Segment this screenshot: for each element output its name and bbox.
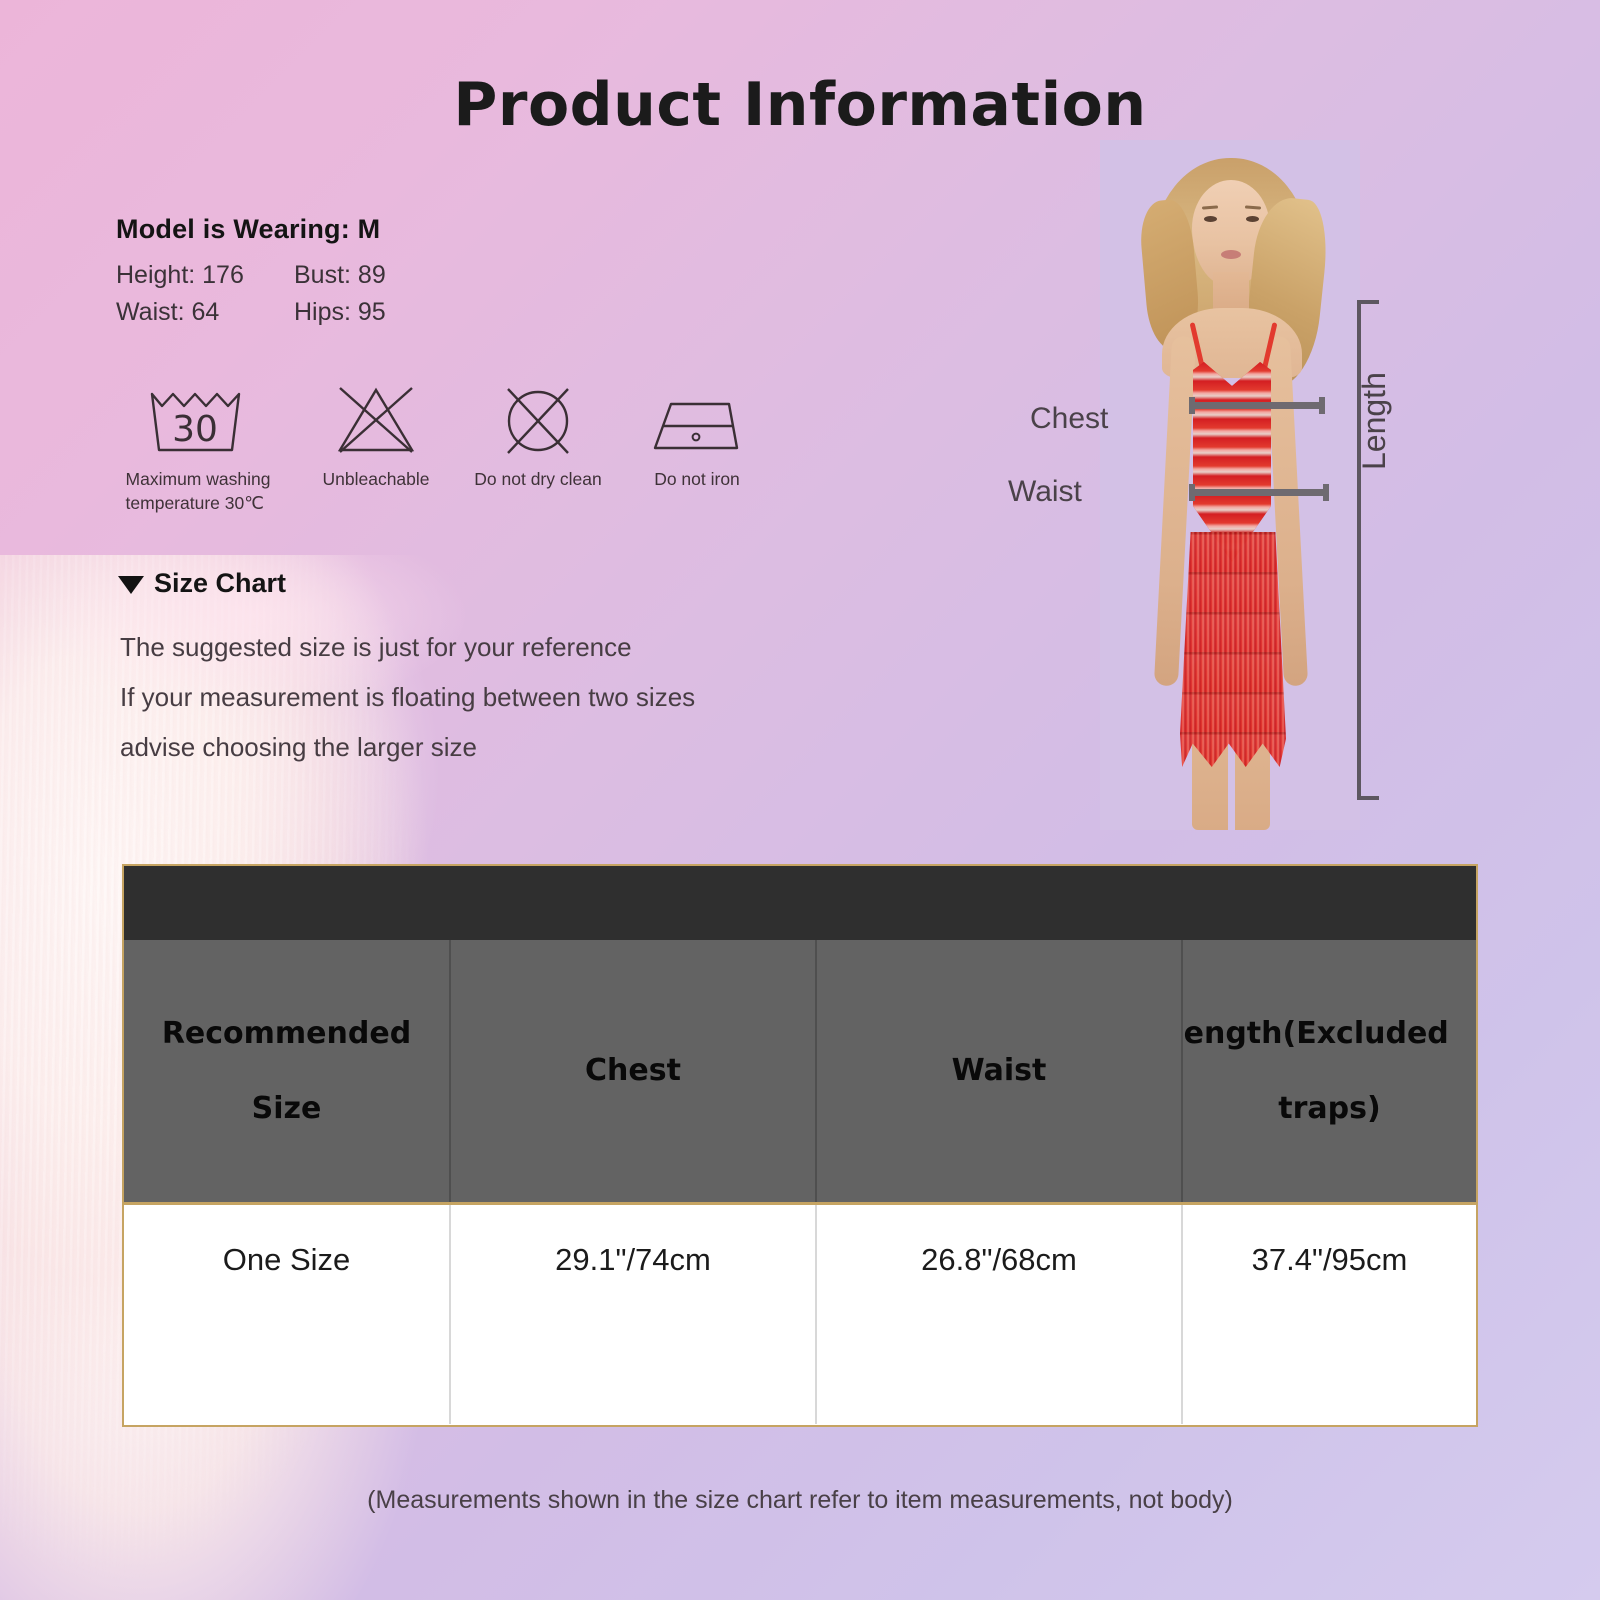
model-measurement-waist: Waist: 64	[116, 298, 220, 326]
svg-text:30: 30	[172, 409, 218, 450]
care-symbol-no-iron: Do not iron	[622, 382, 772, 515]
length-label: Length	[1356, 372, 1392, 470]
model-eye-left	[1204, 216, 1217, 222]
care-symbol-no-iron-label: Do not iron	[654, 469, 740, 489]
waist-label: Waist	[1008, 475, 1082, 508]
table-header-waist-label: Waist	[951, 1053, 1047, 1089]
model-lips	[1221, 250, 1241, 259]
table-header-chest-label: Chest	[585, 1053, 681, 1089]
size-chart-note-1: The suggested size is just for your refe…	[120, 632, 632, 662]
model-measurements: Height: 176 Bust: 89 Waist: 64 Hips: 95	[116, 261, 386, 327]
no-iron-icon	[649, 382, 745, 456]
care-symbols-row: 30 Maximum washing temperature 30℃ Unble…	[112, 382, 772, 515]
table-cell-length: 37.4"/95cm	[1181, 1205, 1476, 1424]
table-cell-waist: 26.8"/68cm	[815, 1205, 1181, 1424]
table-header-length-line2: traps)	[1278, 1091, 1381, 1126]
model-info-block: Model is Wearing: M Height: 176 Bust: 89…	[116, 214, 386, 327]
table-header-row: Recommended Size Chest Waist Length(Excl…	[124, 940, 1476, 1205]
care-symbol-wash-label: Maximum washing temperature 30℃	[125, 469, 271, 513]
table-header-chest: Chest	[449, 940, 815, 1202]
care-symbol-no-dry-clean-label: Do not dry clean	[474, 469, 602, 489]
table-header-size-line2: Size	[251, 1091, 322, 1126]
table-header-length: Length(Excluded traps)	[1181, 940, 1476, 1202]
size-chart-table: Recommended Size Chest Waist Length(Excl…	[122, 864, 1478, 1427]
no-bleach-icon	[330, 382, 422, 456]
table-header-size: Recommended Size	[124, 940, 449, 1202]
care-symbol-no-bleach: Unbleachable	[302, 382, 450, 515]
table-cell-chest: 29.1"/74cm	[449, 1205, 815, 1424]
dress-fringe-rows	[1180, 532, 1286, 767]
size-chart-heading-label: Size Chart	[154, 568, 287, 598]
model-eye-right	[1246, 216, 1259, 222]
model-measurement-height: Height: 176	[116, 261, 244, 289]
table-cell-size: One Size	[222, 1242, 351, 1277]
chest-label: Chest	[1030, 402, 1109, 435]
size-chart-notes: The suggested size is just for your refe…	[120, 622, 695, 772]
table-header-size-line1: Recommended	[161, 1015, 412, 1051]
page-title: Product Information	[453, 70, 1147, 140]
table-header-waist: Waist	[815, 940, 1181, 1202]
table-footnote: (Measurements shown in the size chart re…	[367, 1486, 1233, 1514]
size-chart-note-3: advise choosing the larger size	[120, 732, 477, 762]
model-photo	[1100, 140, 1360, 830]
size-chart-note-2: If your measurement is floating between …	[120, 682, 696, 712]
chest-measurement-line	[1189, 397, 1325, 414]
model-measurement-hips: Hips: 95	[294, 298, 386, 326]
table-row: One Size 29.1"/74cm 26.8"/68cm 37.4"/95c…	[124, 1205, 1476, 1424]
wash-30-icon: 30	[146, 382, 254, 456]
model-measurement-bust: Bust: 89	[294, 261, 386, 289]
care-symbol-wash: 30 Maximum washing temperature 30℃	[112, 382, 288, 515]
chevron-down-icon	[118, 576, 144, 594]
no-dry-clean-icon	[494, 382, 582, 456]
care-symbol-no-dry-clean: Do not dry clean	[462, 382, 614, 515]
waist-measurement-line	[1189, 484, 1329, 501]
care-symbol-no-bleach-label: Unbleachable	[322, 469, 430, 489]
model-wearing-title: Model is Wearing: M	[116, 214, 381, 244]
size-chart-heading[interactable]: Size Chart	[118, 568, 286, 599]
table-top-band	[124, 866, 1476, 940]
table-header-length-line1: Length(Excluded	[1181, 1015, 1449, 1051]
